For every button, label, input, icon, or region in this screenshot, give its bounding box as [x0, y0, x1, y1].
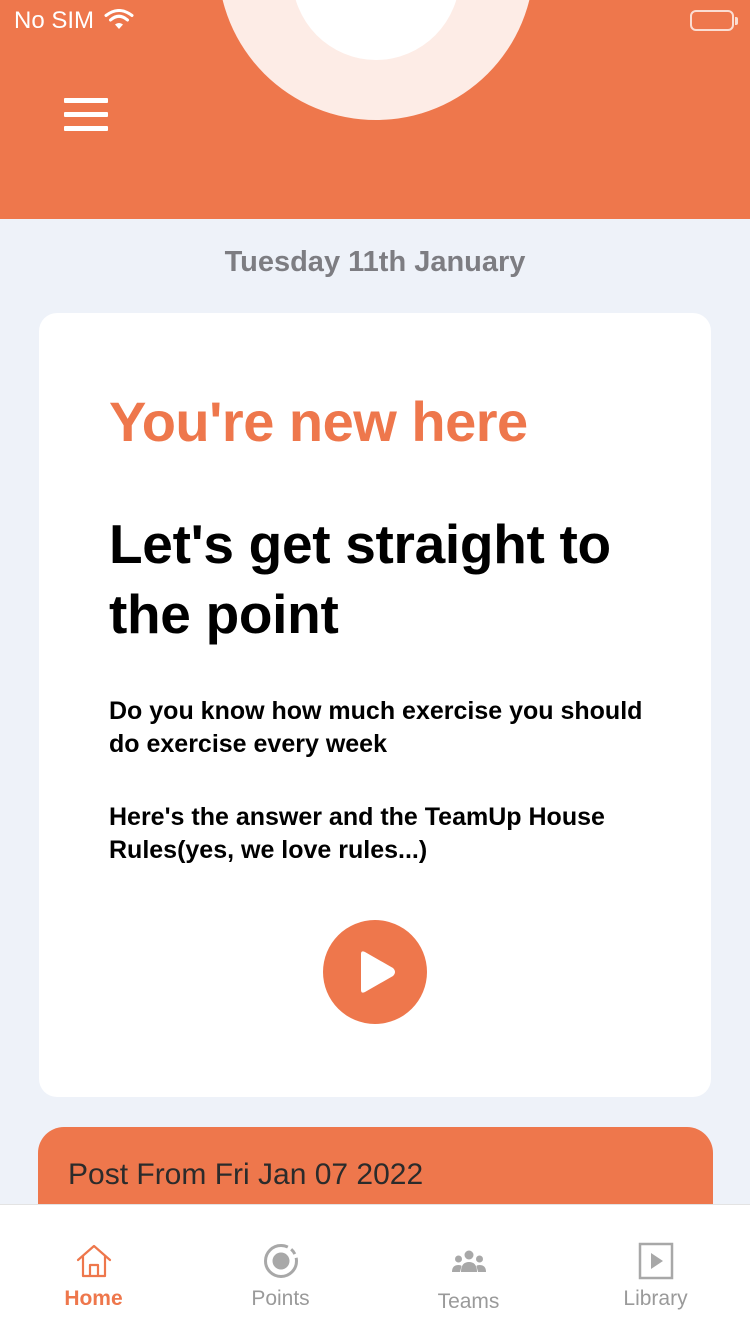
tab-label: Library	[623, 1287, 688, 1310]
intro-card: You're new here Let's get straight to th…	[39, 313, 711, 1097]
tab-home[interactable]: Home	[0, 1205, 187, 1334]
play-button[interactable]	[323, 920, 427, 1024]
hamburger-menu-icon[interactable]	[62, 96, 110, 136]
screen: No SIM 23:15 Tuesday 11th January You're…	[0, 0, 750, 1334]
tab-label: Teams	[437, 1290, 500, 1313]
card-kicker: You're new here	[109, 390, 528, 453]
library-icon	[638, 1242, 673, 1280]
date-heading: Tuesday 11th January	[224, 246, 526, 278]
teams-icon	[451, 1250, 486, 1272]
post-title: Post From Fri Jan 07 2022	[68, 1158, 424, 1191]
points-icon	[263, 1244, 298, 1278]
card-paragraph: Here's the answer and the TeamUp House R…	[109, 803, 605, 864]
status-bar: No SIM 23:15	[0, 0, 750, 40]
header: No SIM 23:15	[0, 0, 750, 219]
tab-points[interactable]: Points	[187, 1205, 374, 1334]
tab-label: Home	[64, 1287, 123, 1310]
play-icon	[361, 951, 395, 993]
card-paragraph: Do you know how much exercise you should…	[109, 697, 643, 758]
tab-bar: Home Points Teams Library	[0, 1204, 750, 1334]
card-title: Let's get straight to the point	[109, 513, 611, 645]
tab-teams[interactable]: Teams	[375, 1205, 562, 1334]
tab-label: Points	[251, 1287, 310, 1310]
home-icon	[76, 1244, 111, 1278]
battery-icon	[690, 10, 738, 31]
clock: 23:15	[341, 7, 409, 34]
tab-library[interactable]: Library	[562, 1205, 749, 1334]
